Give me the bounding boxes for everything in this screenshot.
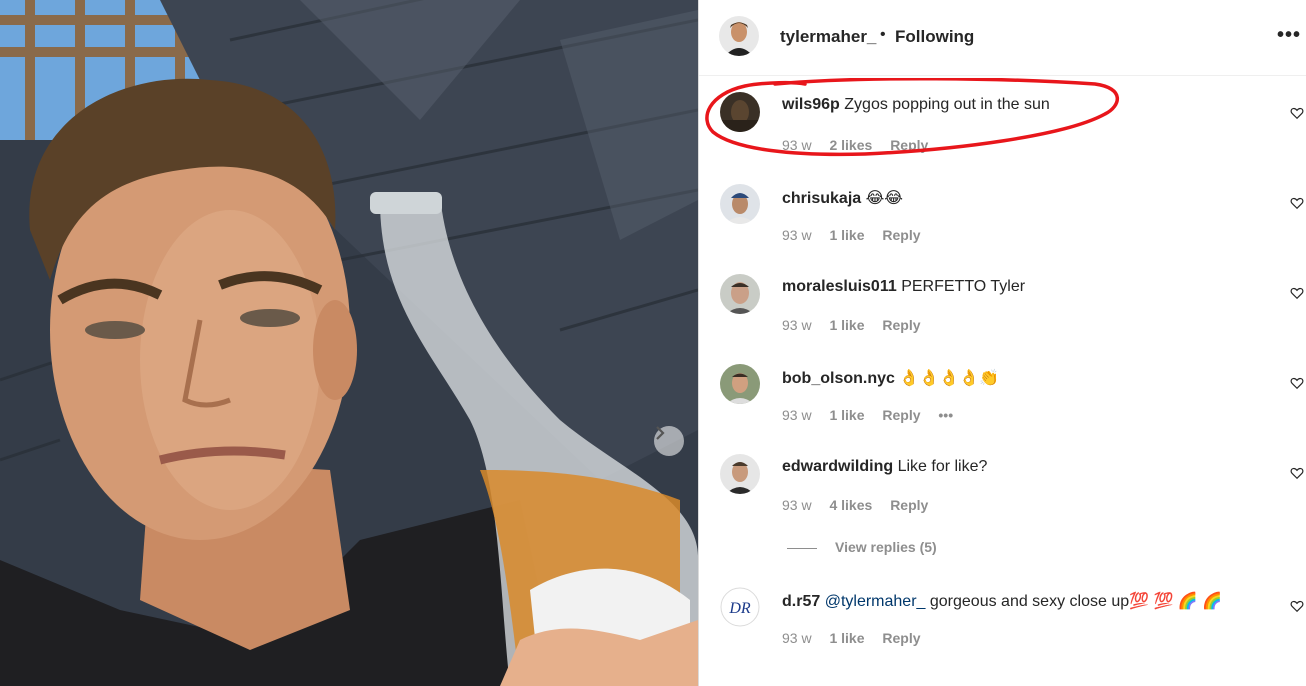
comment-text: d.r57 @tylermaher_ gorgeous and sexy clo… xyxy=(782,591,1222,611)
reply-button[interactable]: Reply xyxy=(882,407,920,423)
commenter-avatar[interactable] xyxy=(720,454,760,494)
comment-age: 93 w xyxy=(782,137,812,153)
heart-icon[interactable] xyxy=(1290,466,1304,480)
comment-text: chrisukaja 😂😂 xyxy=(782,188,903,208)
comment-likes[interactable]: 1 like xyxy=(829,630,864,646)
view-replies-label: View replies (5) xyxy=(835,539,937,555)
commenter-username[interactable]: wils96p xyxy=(782,96,840,113)
view-replies-button[interactable]: View replies (5) xyxy=(787,539,937,555)
comment-body: PERFETTO Tyler xyxy=(901,278,1026,295)
post-photo-art xyxy=(0,0,698,686)
chevron-right-icon xyxy=(656,426,665,440)
comment-text: edwardwilding Like for like? xyxy=(782,458,987,476)
comment-meta: 93 w 1 like Reply xyxy=(782,317,935,333)
commenter-avatar[interactable] xyxy=(720,184,760,224)
comment-likes[interactable]: 1 like xyxy=(829,407,864,423)
comment-meta: 93 w 4 likes Reply xyxy=(782,497,942,513)
comment-age: 93 w xyxy=(782,317,812,333)
comment-more-icon[interactable]: ••• xyxy=(938,407,953,423)
reply-button[interactable]: Reply xyxy=(890,137,928,153)
reply-button[interactable]: Reply xyxy=(882,630,920,646)
commenter-avatar[interactable]: DR xyxy=(720,587,760,627)
following-button[interactable]: Following xyxy=(895,27,974,47)
heart-icon[interactable] xyxy=(1290,286,1304,300)
comment-text: wils96p Zygos popping out in the sun xyxy=(782,96,1050,114)
more-options-icon[interactable]: ••• xyxy=(1277,24,1301,47)
comment-likes[interactable]: 1 like xyxy=(829,317,864,333)
post-photo xyxy=(0,0,698,686)
reply-button[interactable]: Reply xyxy=(890,497,928,513)
commenter-avatar[interactable] xyxy=(720,364,760,404)
commenter-avatar[interactable] xyxy=(720,274,760,314)
comment-likes[interactable]: 4 likes xyxy=(829,497,872,513)
heart-icon[interactable] xyxy=(1290,599,1304,613)
carousel-next-button[interactable] xyxy=(654,426,684,456)
comment-mention[interactable]: @tylermaher_ xyxy=(825,593,926,610)
comment-body: 😂😂 xyxy=(865,190,903,207)
comment-body: Zygos popping out in the sun xyxy=(844,96,1050,113)
comment-body: gorgeous and sexy close up💯 💯 🌈 🌈 xyxy=(929,593,1223,610)
commenter-username[interactable]: chrisukaja xyxy=(782,190,861,207)
commenter-username[interactable]: edwardwilding xyxy=(782,458,893,475)
comment-likes[interactable]: 2 likes xyxy=(829,137,872,153)
comment-meta: 93 w 1 like Reply xyxy=(782,227,935,243)
heart-icon[interactable] xyxy=(1290,376,1304,390)
comment-meta: 93 w 1 like Reply ••• xyxy=(782,407,967,423)
comment-likes[interactable]: 1 like xyxy=(829,227,864,243)
comment-meta: 93 w 2 likes Reply xyxy=(782,137,942,153)
post-header: tylermaher_ • Following ••• xyxy=(699,0,1306,76)
reply-button[interactable]: Reply xyxy=(882,227,920,243)
commenter-username[interactable]: bob_olson.nyc xyxy=(782,370,895,387)
author-avatar[interactable] xyxy=(719,16,759,56)
comment-meta: 93 w 1 like Reply xyxy=(782,630,935,646)
header-separator: • xyxy=(880,26,886,43)
comment-age: 93 w xyxy=(782,407,812,423)
comment-body: 👌👌👌👌👏 xyxy=(899,370,999,387)
comment-age: 93 w xyxy=(782,630,812,646)
author-username[interactable]: tylermaher_ xyxy=(780,27,876,47)
comment-age: 93 w xyxy=(782,227,812,243)
comment-text: moralesluis011 PERFETTO Tyler xyxy=(782,278,1025,296)
heart-icon[interactable] xyxy=(1290,196,1304,210)
replies-line xyxy=(787,547,817,549)
commenter-username[interactable]: moralesluis011 xyxy=(782,278,897,295)
comment-age: 93 w xyxy=(782,497,812,513)
heart-icon[interactable] xyxy=(1290,106,1304,120)
reply-button[interactable]: Reply xyxy=(882,317,920,333)
comment-text: bob_olson.nyc 👌👌👌👌👏 xyxy=(782,368,999,388)
svg-text:DR: DR xyxy=(728,600,751,617)
comment-body: Like for like? xyxy=(897,458,988,475)
commenter-username[interactable]: d.r57 xyxy=(782,593,820,610)
commenter-avatar[interactable] xyxy=(720,92,760,132)
comments-panel: tylermaher_ • Following ••• wils96p Zygo… xyxy=(699,0,1306,686)
